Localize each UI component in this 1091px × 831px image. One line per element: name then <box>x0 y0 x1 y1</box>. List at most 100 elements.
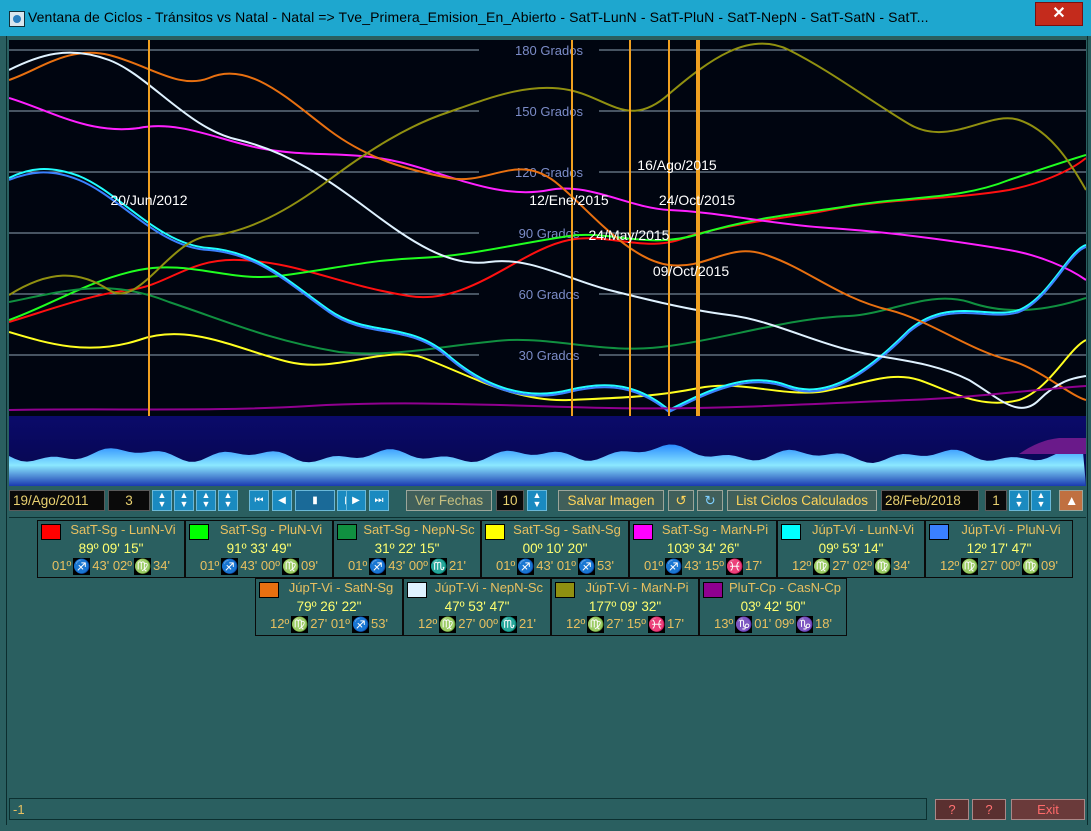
position-minutes: 27' <box>606 616 624 631</box>
color-swatch <box>337 524 357 540</box>
sign-icon: ♍ <box>291 616 309 634</box>
step-spinner-2[interactable]: ▲ ▼ <box>174 490 194 511</box>
sign-icon: ♏ <box>430 558 448 576</box>
position-minutes: 01' <box>754 616 772 631</box>
position-degree: 00º <box>260 558 281 573</box>
sign-icon: ♍ <box>1022 558 1040 576</box>
sign-icon: ♐ <box>369 558 387 576</box>
cycle-card[interactable]: SatT-Sg - MarN-Pi 103º 34' 26" 01º ♐ 43' 15º… <box>629 520 777 578</box>
cycle-card[interactable]: JúpT-Vi - MarN-Pi 177º 09' 32" 12º ♍ 27' 15º… <box>551 578 699 636</box>
position-degree: 01º <box>496 558 516 573</box>
position-degree: 12º <box>940 558 960 573</box>
color-swatch <box>929 524 949 540</box>
position-degree: 15º <box>704 558 725 573</box>
card-positions: 13º ♑ 01' 09º ♑ 18' <box>700 616 846 635</box>
end-date-field[interactable]: 28/Feb/2018 <box>881 490 979 511</box>
sign-icon: ♍ <box>134 558 152 576</box>
event-marker-label: 24/Oct/2015 <box>659 192 735 208</box>
cycles-panel: SatT-Sg - LunN-Vi 89º 09' 15" 01º ♐ 43' 02º ♍… <box>9 517 1086 793</box>
fechas-spinner[interactable]: ▲ ▼ <box>527 490 547 511</box>
y-axis-label: 30 Grados <box>519 348 580 363</box>
y-axis-label: 180 Grados <box>515 43 583 58</box>
end-step-field[interactable]: 1 <box>985 490 1007 511</box>
position-minutes: 09' <box>301 558 318 573</box>
sign-icon: ♏ <box>500 616 518 634</box>
status-value: -1 <box>9 798 927 820</box>
step-field[interactable]: 3 <box>108 490 150 511</box>
end-spinner-1[interactable]: ▲ ▼ <box>1009 490 1029 511</box>
event-marker-label: 20/Jun/2012 <box>110 192 187 208</box>
end-spinner-2[interactable]: ▲ ▼ <box>1031 490 1051 511</box>
ver-fechas-button[interactable]: Ver Fechas <box>406 490 492 511</box>
card-name: SatT-Sg - SatN-Sg <box>513 522 621 537</box>
position-minutes: 43' <box>92 558 110 573</box>
step-spinner-3[interactable]: ▲ ▼ <box>196 490 216 511</box>
event-marker-label: 16/Ago/2015 <box>637 157 717 173</box>
cycle-card[interactable]: JúpT-Vi - SatN-Sg 79º 26' 22" 12º ♍ 27' 01º ♐… <box>255 578 403 636</box>
list-ciclos-button[interactable]: List Ciclos Calculados <box>727 490 877 511</box>
card-degree: 00º 10' 20" <box>522 541 588 556</box>
last-page-button[interactable]: ⏭ <box>369 490 389 511</box>
position-minutes: 34' <box>893 558 910 573</box>
exit-button[interactable]: Exit <box>1011 799 1085 820</box>
card-positions: 12º ♍ 27' 02º ♍ 34' <box>778 558 924 577</box>
sign-icon: ♍ <box>587 616 605 634</box>
position-minutes: 17' <box>667 616 684 631</box>
card-positions: 01º ♐ 43' 00º ♏ 21' <box>334 558 480 577</box>
cycles-chart: 180 Grados150 Grados120 Grados90 Grados6… <box>9 40 1086 416</box>
sign-icon: ♐ <box>665 558 683 576</box>
position-degree: 15º <box>626 616 647 631</box>
next-page-button[interactable]: ▶ <box>346 490 366 511</box>
cycle-card[interactable]: SatT-Sg - PluN-Vi 91º 33' 49" 01º ♐ 43' 00º ♍… <box>185 520 333 578</box>
step-spinner-1[interactable]: ▲ ▼ <box>152 490 172 511</box>
position-degree: 02º <box>852 558 873 573</box>
position-degree: 12º <box>270 616 290 631</box>
prev-page-button[interactable]: ◀ <box>272 490 292 511</box>
card-name: JúpT-Vi - SatN-Sg <box>288 580 394 595</box>
salvar-imagen-button[interactable]: Salvar Imagen <box>558 490 664 511</box>
cycle-card[interactable]: JúpT-Vi - LunN-Vi 09º 53' 14" 12º ♍ 27' 02º ♍… <box>777 520 925 578</box>
cycle-card[interactable]: SatT-Sg - SatN-Sg 00º 10' 20" 01º ♐ 43' 01º ♐… <box>481 520 629 578</box>
card-name: SatT-Sg - NepN-Sc <box>363 522 475 537</box>
help-button-1[interactable]: ? <box>935 799 969 820</box>
event-marker-label: 09/Oct/2015 <box>653 263 729 279</box>
help-button-2[interactable]: ? <box>972 799 1006 820</box>
sign-icon: ♍ <box>439 616 457 634</box>
position-minutes: 43' <box>684 558 702 573</box>
position-minutes: 27' <box>458 616 476 631</box>
cycle-card[interactable]: JúpT-Vi - PluN-Vi 12º 17' 47" 12º ♍ 27' 00º ♍… <box>925 520 1073 578</box>
scroll-up-icon[interactable]: ▲ <box>1059 490 1083 511</box>
card-positions: 12º ♍ 27' 00º ♏ 21' <box>404 616 550 635</box>
card-positions: 01º ♐ 43' 15º ♓ 17' <box>630 558 776 577</box>
first-page-button[interactable]: ⏮ <box>249 490 269 511</box>
redo-icon[interactable]: ↻ <box>697 490 723 511</box>
color-swatch <box>407 582 427 598</box>
page-slider[interactable]: ▮ <box>295 490 335 511</box>
position-degree: 13º <box>714 616 734 631</box>
close-button[interactable]: ✕ <box>1035 2 1083 26</box>
card-degree: 79º 26' 22" <box>296 599 362 614</box>
card-positions: 01º ♐ 43' 00º ♍ 09' <box>186 558 332 577</box>
sign-icon: ♍ <box>813 558 831 576</box>
sign-icon: ♐ <box>352 616 370 634</box>
card-degree: 103º 34' 26" <box>666 541 740 556</box>
cycle-card[interactable]: SatT-Sg - NepN-Sc 31º 22' 15" 01º ♐ 43' 00º ♏… <box>333 520 481 578</box>
step-spinner-4[interactable]: ▲ ▼ <box>218 490 238 511</box>
cycle-card[interactable]: PluT-Cp - CasN-Cp 03º 42' 50" 13º ♑ 01' 09º ♑… <box>699 578 847 636</box>
fechas-count-field[interactable]: 10 <box>496 490 524 511</box>
sign-icon: ♍ <box>874 558 892 576</box>
undo-icon[interactable]: ↺ <box>668 490 694 511</box>
card-name: SatT-Sg - PluN-Vi <box>219 522 323 537</box>
status-bar: -1 ? ? Exit <box>9 798 1086 822</box>
cycle-card[interactable]: SatT-Sg - LunN-Vi 89º 09' 15" 01º ♐ 43' 02º ♍… <box>37 520 185 578</box>
sign-icon: ♐ <box>73 558 91 576</box>
activity-strip <box>9 416 1086 486</box>
cycle-card[interactable]: JúpT-Vi - NepN-Sc 47º 53' 47" 12º ♍ 27' 00º ♏… <box>403 578 551 636</box>
app-icon <box>9 11 25 27</box>
y-axis-label: 60 Grados <box>519 287 580 302</box>
start-date-field[interactable]: 19/Ago/2011 <box>9 490 105 511</box>
position-minutes: 18' <box>815 616 832 631</box>
card-degree: 47º 53' 47" <box>444 599 510 614</box>
position-minutes: 21' <box>519 616 536 631</box>
position-degree: 01º <box>52 558 72 573</box>
